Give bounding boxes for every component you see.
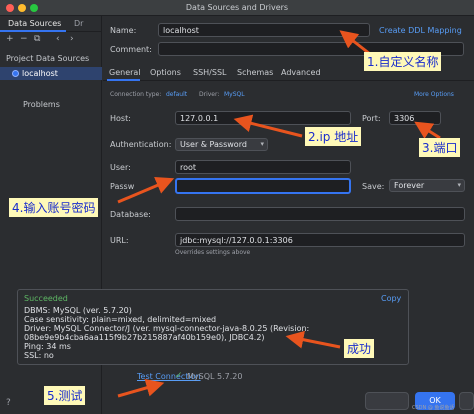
annotation-success: 成功	[344, 339, 375, 358]
annotation-custom-name: 1.自定义名称	[364, 52, 442, 71]
authentication-select[interactable]: User & Password ▾	[175, 138, 268, 151]
sidebar-toolbar: + − ⧉ ‹ ›	[0, 33, 102, 47]
annotation-ip-address: 2.ip 地址	[305, 127, 362, 146]
mysql-datasource-icon	[12, 70, 19, 77]
tab-options[interactable]: Options	[150, 68, 181, 77]
database-field[interactable]	[175, 207, 465, 221]
popup-line: Driver: MySQL Connector/J (ver. mysql-co…	[24, 324, 310, 333]
annotation-port: 3.端口	[419, 138, 461, 157]
cancel-button[interactable]	[365, 392, 409, 410]
add-icon[interactable]: +	[6, 34, 14, 44]
sidebar-item-localhost[interactable]: localhost	[0, 67, 102, 80]
host-label: Host:	[110, 114, 131, 123]
save-label: Save:	[362, 182, 385, 191]
copy-link[interactable]: Copy	[381, 294, 401, 303]
apply-button[interactable]	[459, 392, 474, 410]
popup-line: SSL: no	[24, 351, 54, 360]
authentication-value: User & Password	[180, 140, 247, 149]
annotation-enter-credentials: 4.输入账号密码	[9, 198, 99, 217]
sidebar-tabs: Data Sources Dr	[0, 16, 102, 32]
save-select[interactable]: Forever ▾	[389, 179, 465, 192]
watermark: CSDN @ 鱼说鱼话	[412, 405, 455, 411]
popup-line: Ping: 34 ms	[24, 342, 71, 351]
url-field[interactable]: jdbc:mysql://127.0.0.1:3306	[175, 233, 465, 247]
succeeded-status: Succeeded	[24, 294, 68, 303]
tab-drivers[interactable]: Dr	[74, 19, 83, 28]
remove-icon[interactable]: −	[20, 34, 28, 44]
data-sources-window: Data Sources and Drivers Data Sources Dr…	[0, 0, 474, 414]
tab-ssh-ssl[interactable]: SSH/SSL	[193, 68, 226, 77]
password-label: Passw	[110, 182, 135, 191]
driver-label: Driver:	[199, 91, 220, 98]
popup-line: DBMS: MySQL (ver. 5.7.20)	[24, 306, 132, 315]
driver-value[interactable]: MySQL	[224, 91, 245, 98]
database-label: Database:	[110, 210, 151, 219]
sidebar-item-label: localhost	[22, 69, 58, 78]
create-ddl-mapping-link[interactable]: Create DDL Mapping	[379, 26, 462, 35]
window-title: Data Sources and Drivers	[185, 3, 289, 12]
chevron-down-icon: ▾	[457, 181, 461, 189]
chevron-down-icon: ▾	[260, 140, 264, 148]
connection-type-label: Connection type:	[110, 91, 162, 98]
name-label: Name:	[110, 26, 137, 35]
general-tab-indicator	[107, 79, 140, 81]
annotation-test: 5.测试	[44, 386, 86, 405]
port-field[interactable]: 3306	[389, 111, 441, 125]
tab-data-sources[interactable]: Data Sources	[8, 19, 61, 28]
help-icon[interactable]: ?	[6, 398, 11, 408]
url-hint: Overrides settings above	[175, 249, 251, 256]
url-label: URL:	[110, 236, 129, 245]
duplicate-icon[interactable]: ⧉	[34, 34, 40, 44]
connection-type-value[interactable]: default	[166, 91, 187, 98]
user-label: User:	[110, 163, 131, 172]
popup-line: 08be9e9b4cba6aa115f9b27b215887af40b159e0…	[24, 333, 265, 342]
tab-schemas[interactable]: Schemas	[237, 68, 273, 77]
title-bar: Data Sources and Drivers	[0, 0, 474, 16]
back-icon[interactable]: ‹	[56, 34, 60, 44]
save-value: Forever	[394, 181, 425, 190]
password-field[interactable]	[175, 178, 351, 194]
user-field[interactable]: root	[175, 160, 351, 174]
more-options-link[interactable]: More Options	[414, 91, 454, 98]
port-label: Port:	[362, 114, 381, 123]
tab-general[interactable]: General	[109, 68, 141, 77]
check-icon: ✓	[175, 371, 183, 381]
name-field[interactable]: localhost	[158, 23, 370, 37]
project-data-sources-label: Project Data Sources	[6, 54, 90, 63]
mysql-version-text: MySQL 5.7.20	[187, 372, 243, 381]
active-tab-indicator	[0, 30, 66, 32]
comment-label: Comment:	[110, 45, 152, 54]
authentication-label: Authentication:	[110, 140, 172, 149]
popup-line: Case sensitivity: plain=mixed, delimited…	[24, 315, 217, 324]
forward-icon[interactable]: ›	[70, 34, 74, 44]
tab-advanced[interactable]: Advanced	[281, 68, 321, 77]
host-field[interactable]: 127.0.0.1	[175, 111, 351, 125]
sidebar-item-problems[interactable]: Problems	[23, 100, 60, 109]
